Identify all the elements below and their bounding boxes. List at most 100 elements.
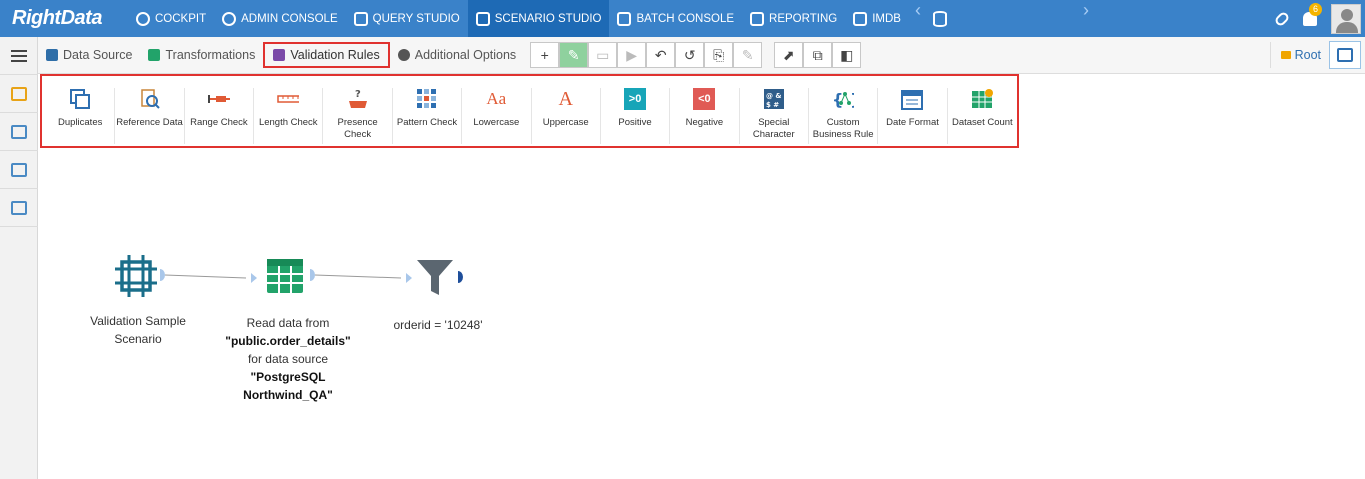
view-button-group: ⬈ ⧉ ◧ bbox=[774, 42, 862, 68]
notes-button[interactable]: ✎ bbox=[733, 42, 763, 68]
root-folder[interactable]: Root bbox=[1269, 42, 1321, 68]
top-right-tools: 6 bbox=[1273, 0, 1365, 37]
undo-button[interactable]: ↶ bbox=[646, 42, 676, 68]
filter-output-port[interactable] bbox=[458, 271, 463, 283]
nav-batch-console[interactable]: BATCH CONSOLE bbox=[609, 0, 742, 37]
filter-node-icon[interactable] bbox=[417, 260, 453, 295]
read-node-label: Read data from "public.order_details" fo… bbox=[225, 316, 351, 402]
nav-scenario-studio[interactable]: SCENARIO STUDIO bbox=[467, 0, 610, 37]
copy-button[interactable]: ⧉ bbox=[803, 42, 833, 68]
svg-text:$ #: $ # bbox=[766, 101, 779, 109]
reference-data-icon bbox=[139, 88, 161, 110]
validation-rules-ribbon: Duplicates Reference Data Range Check Le… bbox=[40, 74, 1019, 148]
nav-reporting[interactable]: REPORTING bbox=[742, 0, 845, 37]
data-source-icon bbox=[46, 49, 58, 61]
range-check-icon bbox=[207, 88, 230, 110]
hamburger-icon bbox=[11, 49, 27, 62]
report-icon bbox=[750, 11, 765, 26]
rule-length-check[interactable]: Length Check bbox=[254, 88, 324, 144]
database-stack-icon bbox=[932, 10, 947, 27]
tab-additional-options[interactable]: Additional Options bbox=[390, 42, 524, 68]
connector-1 bbox=[160, 269, 257, 283]
transformations-icon bbox=[148, 49, 161, 61]
uppercase-icon: A bbox=[558, 87, 573, 110]
run-button[interactable]: ▶ bbox=[617, 42, 647, 68]
settings-icon bbox=[11, 200, 27, 215]
left-sidebar bbox=[0, 37, 38, 479]
tab-validation-rules[interactable]: Validation Rules bbox=[263, 42, 390, 68]
tab-transformations[interactable]: Transformations bbox=[140, 42, 263, 68]
dataset-count-icon bbox=[971, 88, 994, 110]
sidebar-settings[interactable] bbox=[0, 189, 38, 227]
nav-query-studio[interactable]: QUERY STUDIO bbox=[346, 0, 468, 37]
add-scenario-icon bbox=[11, 124, 27, 139]
edit-button[interactable]: ✎ bbox=[559, 42, 589, 68]
export-button[interactable]: ⎘ bbox=[704, 42, 734, 68]
duplicates-icon bbox=[69, 88, 91, 110]
rule-special-character[interactable]: @ & $ # Special Character bbox=[740, 88, 809, 144]
chevron-right-icon[interactable]: › bbox=[1077, 0, 1095, 37]
pattern-grid-icon bbox=[416, 88, 438, 110]
lowercase-icon: Aa bbox=[486, 89, 507, 108]
layout-button[interactable]: ◧ bbox=[832, 42, 862, 68]
rule-duplicates[interactable]: Duplicates bbox=[46, 88, 116, 144]
validation-icon bbox=[273, 49, 286, 61]
rule-date-format[interactable]: Date Format bbox=[878, 88, 948, 144]
presence-check-icon: ? bbox=[347, 88, 369, 110]
link-icon[interactable] bbox=[1273, 10, 1291, 27]
avatar[interactable] bbox=[1331, 3, 1361, 34]
preview-button[interactable]: ▭ bbox=[588, 42, 618, 68]
rule-presence-check[interactable]: ? Presence Check bbox=[323, 88, 393, 144]
nav-imdb[interactable]: IMDB bbox=[845, 0, 909, 37]
checklist-button[interactable] bbox=[1329, 41, 1361, 69]
menu-button[interactable] bbox=[0, 37, 38, 75]
batch-icon bbox=[617, 11, 632, 26]
nav-cockpit[interactable]: COCKPIT bbox=[128, 0, 214, 37]
rule-lowercase[interactable]: Aa Lowercase bbox=[462, 88, 532, 144]
connector-2 bbox=[310, 269, 412, 283]
sidebar-add-scenario[interactable] bbox=[0, 113, 38, 151]
svg-text:}: } bbox=[850, 90, 854, 109]
sidebar-chart[interactable] bbox=[0, 151, 38, 189]
rule-positive[interactable]: >0 Positive bbox=[601, 88, 671, 144]
nav-admin-console[interactable]: ADMIN CONSOLE bbox=[214, 0, 346, 37]
edit-button-group: + ✎ ▭ ▶ ↶ ↺ ⎘ ✎ bbox=[530, 42, 763, 68]
rule-uppercase[interactable]: A Uppercase bbox=[532, 88, 601, 144]
sidebar-open-folder[interactable] bbox=[0, 75, 38, 113]
top-navbar: RightData COCKPIT ADMIN CONSOLE QUERY ST… bbox=[0, 0, 1365, 37]
rule-range-check[interactable]: Range Check bbox=[185, 88, 255, 144]
negative-icon: <0 bbox=[693, 88, 716, 110]
add-button[interactable]: + bbox=[530, 42, 560, 68]
calendar-icon bbox=[901, 88, 924, 110]
scenario-node-label: Validation Sample Scenario bbox=[90, 314, 186, 346]
folder-icon bbox=[11, 86, 27, 101]
nav-database[interactable] bbox=[927, 0, 947, 37]
rule-dataset-count[interactable]: Dataset Count bbox=[948, 88, 1017, 144]
svg-text:@ &: @ & bbox=[766, 92, 782, 100]
svg-text:{: { bbox=[832, 90, 843, 109]
scenario-toolbar: Data Source Transformations Validation R… bbox=[38, 37, 1365, 74]
imdb-icon bbox=[853, 11, 868, 26]
custom-rule-icon: {} bbox=[832, 88, 854, 110]
rule-negative[interactable]: <0 Negative bbox=[670, 88, 740, 144]
notification-badge: 6 bbox=[1309, 2, 1323, 16]
main-nav: COCKPIT ADMIN CONSOLE QUERY STUDIO SCENA… bbox=[128, 0, 1095, 37]
history-button[interactable]: ↺ bbox=[675, 42, 705, 68]
rule-pattern-check[interactable]: Pattern Check bbox=[393, 88, 463, 144]
database-icon bbox=[353, 11, 368, 26]
svg-text:?: ? bbox=[355, 89, 361, 100]
chart-icon bbox=[11, 162, 27, 177]
expand-button[interactable]: ⬈ bbox=[774, 42, 804, 68]
positive-icon: >0 bbox=[624, 88, 647, 110]
special-character-icon: @ & $ # bbox=[763, 88, 785, 110]
table-node-icon[interactable] bbox=[267, 259, 303, 293]
ruler-icon bbox=[277, 88, 300, 110]
rule-reference-data[interactable]: Reference Data bbox=[115, 88, 185, 144]
scenario-node-icon[interactable] bbox=[115, 255, 157, 297]
chevron-left-icon[interactable]: ‹ bbox=[909, 0, 927, 37]
tab-data-source[interactable]: Data Source bbox=[38, 42, 140, 68]
rule-custom-business-rule[interactable]: {} Custom Business Rule bbox=[809, 88, 879, 144]
scenario-canvas[interactable]: Validation Sample Scenario Read data fro… bbox=[38, 148, 1365, 479]
gear-icon bbox=[397, 49, 410, 61]
bell-icon[interactable]: 6 bbox=[1303, 2, 1323, 26]
